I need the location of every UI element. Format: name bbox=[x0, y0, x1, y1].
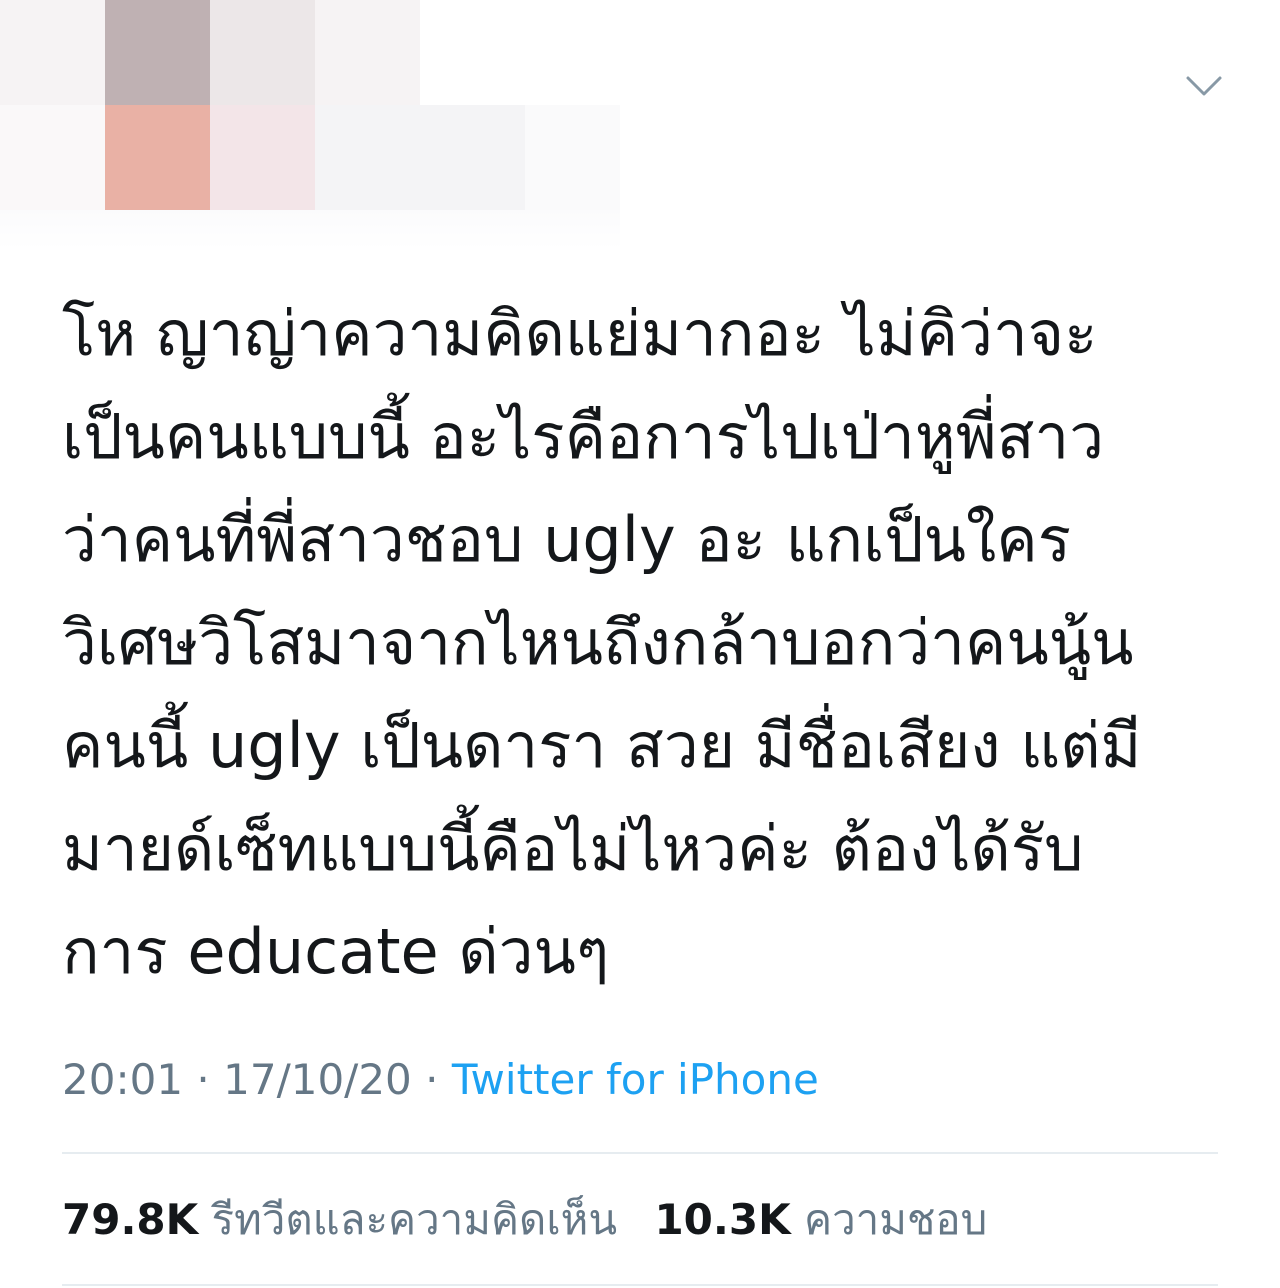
tweet-stats: 79.8K รีทวีตและความคิดเห็น 10.3K ความชอบ bbox=[62, 1190, 987, 1250]
divider bbox=[62, 1284, 1218, 1286]
author-name-redacted[interactable] bbox=[315, 105, 525, 210]
likes-stat[interactable]: 10.3K ความชอบ bbox=[654, 1190, 987, 1250]
chevron-down-icon[interactable] bbox=[1184, 66, 1224, 106]
tweet-date[interactable]: 17/10/20 bbox=[223, 1055, 412, 1104]
likes-count: 10.3K bbox=[654, 1195, 791, 1244]
redacted-block bbox=[210, 0, 315, 105]
redacted-block bbox=[210, 105, 315, 210]
tweet-time[interactable]: 20:01 bbox=[62, 1055, 183, 1104]
meta-separator: · bbox=[196, 1055, 210, 1104]
avatar[interactable] bbox=[105, 0, 210, 105]
author-header-redacted bbox=[0, 0, 1280, 250]
tweet-source-link[interactable]: Twitter for iPhone bbox=[452, 1055, 819, 1104]
tweet-text: โห ญาญ่าความคิดแย่มากอะ ไม่คิว่าจะ เป็นค… bbox=[62, 297, 1142, 988]
avatar-lower[interactable] bbox=[105, 105, 210, 210]
meta-separator: · bbox=[425, 1055, 439, 1104]
retweets-count: 79.8K bbox=[62, 1195, 199, 1244]
redacted-block bbox=[525, 105, 620, 210]
redacted-fade bbox=[0, 210, 620, 250]
retweets-stat[interactable]: 79.8K รีทวีตและความคิดเห็น bbox=[62, 1190, 617, 1250]
tweet-meta: 20:01 · 17/10/20 · Twitter for iPhone bbox=[62, 1050, 819, 1110]
retweets-label: รีทวีตและความคิดเห็น bbox=[211, 1195, 618, 1244]
redacted-block bbox=[0, 105, 105, 210]
likes-label: ความชอบ bbox=[803, 1195, 988, 1244]
divider bbox=[62, 1152, 1218, 1154]
